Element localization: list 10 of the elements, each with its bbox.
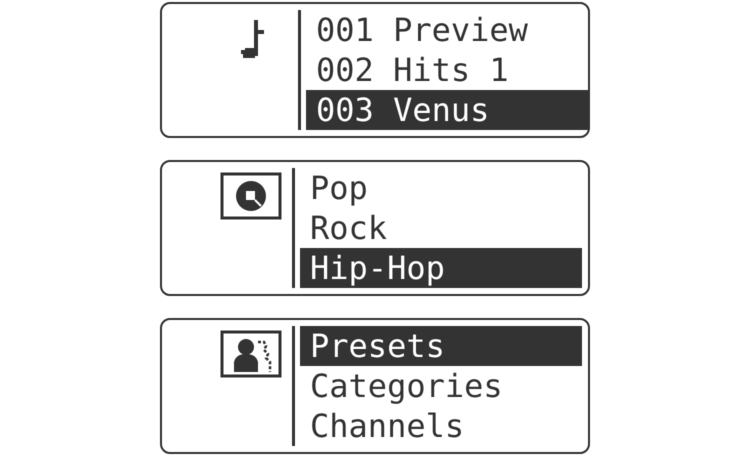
person-icon: [220, 330, 282, 378]
menu-item[interactable]: 003 Venus: [306, 90, 588, 130]
menu-item[interactable]: Categories: [300, 366, 582, 406]
menu-item[interactable]: Presets: [300, 326, 582, 366]
menu-item[interactable]: Channels: [300, 406, 582, 446]
menu-item[interactable]: Rock: [300, 208, 582, 248]
menu-item[interactable]: Hip-Hop: [300, 248, 582, 288]
menu-item[interactable]: 001 Preview: [306, 10, 588, 50]
menu-item[interactable]: 002 Hits 1: [306, 50, 588, 90]
menu-item[interactable]: Pop: [300, 168, 582, 208]
